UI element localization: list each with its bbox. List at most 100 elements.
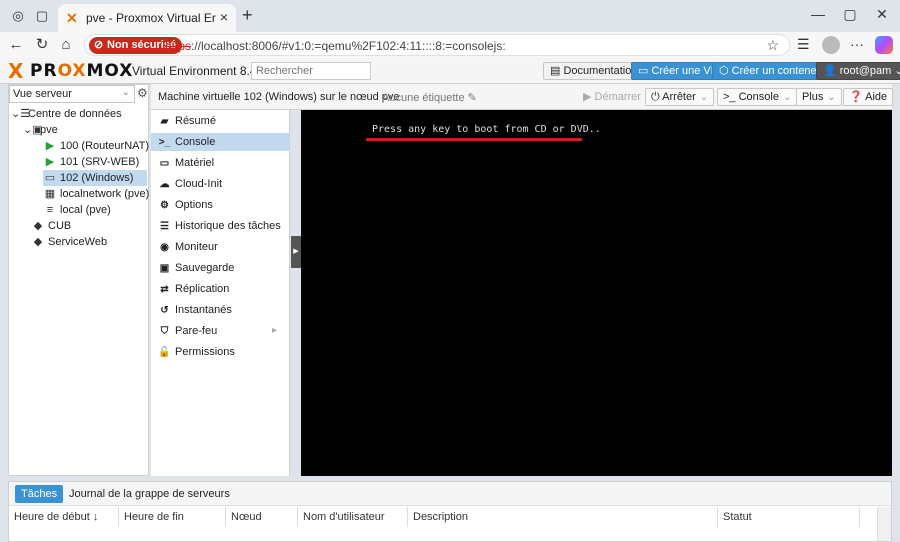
floppy-icon: ▣ bbox=[159, 263, 170, 274]
tags-edit[interactable]: Aucune étiquette ✎ bbox=[382, 91, 477, 104]
storage-icon: ≡ bbox=[46, 204, 54, 216]
cloud-icon: ☁ bbox=[159, 179, 170, 190]
highlight-underline bbox=[366, 138, 582, 141]
browser-avatar[interactable] bbox=[822, 36, 840, 54]
tree-item-datacenter[interactable]: ⌄☰Centre de données bbox=[11, 106, 122, 122]
back-icon[interactable]: ← bbox=[6, 35, 26, 55]
tag-icon: ◆ bbox=[33, 220, 43, 232]
search-input[interactable] bbox=[251, 62, 371, 80]
url-field[interactable]: ⊘ Non sécurisé https://localhost:8006/#v… bbox=[84, 34, 790, 56]
nav-item-snapshots[interactable]: ↺ Instantanés bbox=[151, 301, 289, 319]
task-scrollbar[interactable] bbox=[877, 507, 891, 541]
node-icon: ⌄▣ bbox=[23, 124, 43, 136]
nav-item-task-history[interactable]: ☰ Historique des tâches bbox=[151, 217, 289, 235]
tree-item-vm-102[interactable]: ▭ 102 (Windows) bbox=[43, 170, 147, 186]
browser-tab-title: pve - Proxmox Virtual Environment bbox=[86, 11, 216, 25]
window-close-icon[interactable]: ✕ bbox=[872, 6, 892, 23]
eye-icon: ◉ bbox=[160, 242, 169, 253]
tree-item-vm-101[interactable]: ▶ 101 (SRV-WEB) bbox=[43, 154, 140, 170]
network-grid-icon: ▦ bbox=[44, 188, 56, 200]
list-icon: ☰ bbox=[160, 221, 169, 232]
book-icon: ▰ bbox=[160, 116, 169, 127]
tab-actions-icon[interactable]: ▢ bbox=[34, 8, 50, 24]
nav-item-summary[interactable]: ▰ Résumé bbox=[151, 112, 289, 130]
terminal-icon: >_ bbox=[158, 137, 171, 148]
user-menu-button[interactable]: 👤 root@pam ⌄ bbox=[816, 62, 900, 80]
tree-item-vm-100[interactable]: ▶ 100 (RouteurNAT) bbox=[43, 138, 149, 154]
tree-item-localnetwork[interactable]: ▦ localnetwork (pve) bbox=[43, 186, 149, 202]
monitor-icon: ▭ bbox=[159, 158, 170, 169]
unlock-icon: 🔓 bbox=[158, 347, 171, 358]
column-description[interactable]: Description bbox=[408, 507, 718, 527]
column-username[interactable]: Nom d'utilisateur bbox=[298, 507, 408, 527]
favorites-list-icon[interactable]: ☰ bbox=[797, 36, 810, 53]
proxmox-logo-text: PROXMOX bbox=[30, 61, 134, 81]
server-rack-icon: ⌄☰ bbox=[11, 108, 31, 120]
nav-item-hardware[interactable]: ▭ Matériel bbox=[151, 154, 289, 172]
nav-item-replication[interactable]: ⇄ Réplication bbox=[151, 280, 289, 298]
nav-item-firewall[interactable]: ⛉ Pare-feu ▸ bbox=[151, 322, 289, 340]
collapse-handle[interactable]: ▶ bbox=[291, 236, 301, 268]
warning-icon: ⊘ bbox=[94, 39, 104, 51]
retweet-icon: ⇄ bbox=[160, 284, 169, 295]
vm-running-icon: ▶ bbox=[45, 140, 55, 152]
help-button[interactable]: ❓ Aide bbox=[843, 88, 894, 106]
console-button[interactable]: >_ Console ⌄ bbox=[717, 88, 798, 106]
reload-icon[interactable]: ↻ bbox=[32, 35, 52, 55]
nav-item-monitor[interactable]: ◉ Moniteur bbox=[151, 238, 289, 256]
nav-item-console[interactable]: >_ Console bbox=[151, 133, 289, 151]
history-icon: ↺ bbox=[160, 305, 169, 316]
tab-tasks[interactable]: Tâches bbox=[15, 485, 64, 503]
favorite-star-icon[interactable]: ☆ bbox=[766, 37, 779, 54]
boot-message: Press any key to boot from CD or DVD.. bbox=[372, 124, 601, 135]
new-tab-icon[interactable]: + bbox=[242, 5, 253, 26]
chevron-down-icon: ⌄ bbox=[827, 92, 836, 103]
nav-item-backup[interactable]: ▣ Sauvegarde bbox=[151, 259, 289, 277]
proxmox-favicon-icon: ✕ bbox=[66, 10, 78, 26]
chevron-down-icon: ⌄ bbox=[699, 92, 709, 103]
copilot-icon[interactable] bbox=[875, 36, 893, 54]
shield-icon: ⛉ bbox=[160, 326, 169, 337]
column-start-time[interactable]: Heure de début ↓ bbox=[9, 507, 119, 527]
nav-item-cloud-init[interactable]: ☁ Cloud-Init bbox=[151, 175, 289, 193]
more-options-icon[interactable]: ··· bbox=[850, 36, 864, 52]
column-node[interactable]: Nœud bbox=[226, 507, 298, 527]
chevron-down-icon: ⌄ bbox=[782, 92, 792, 103]
proxmox-header: X PROXMOX Virtual Environment 8.4.1 ▤ Do… bbox=[0, 58, 900, 84]
gear-icon: ⚙ bbox=[160, 200, 169, 211]
vm-console-screen[interactable]: Press any key to boot from CD or DVD.. bbox=[301, 110, 892, 476]
tree-item-node-pve[interactable]: ⌄▣pve bbox=[23, 122, 58, 138]
column-status[interactable]: Statut bbox=[718, 507, 860, 527]
task-tabs: Tâches Journal de la grappe de serveurs bbox=[9, 482, 891, 506]
browser-address-bar: ← ↻ ⌂ ⊘ Non sécurisé https://localhost:8… bbox=[0, 32, 900, 58]
tag-icon: ◆ bbox=[33, 236, 43, 248]
vm-running-icon: ▶ bbox=[45, 156, 55, 168]
minimize-icon[interactable]: — bbox=[808, 6, 828, 22]
tab-cluster-log[interactable]: Journal de la grappe de serveurs bbox=[63, 485, 236, 503]
chevron-right-icon: ▸ bbox=[271, 325, 277, 336]
nav-item-permissions[interactable]: 🔓 Permissions bbox=[151, 343, 289, 361]
tab-close-icon[interactable]: × bbox=[220, 9, 228, 25]
stop-button[interactable]: ⏻ Arrêter ⌄ bbox=[645, 88, 715, 106]
home-icon[interactable]: ⌂ bbox=[56, 35, 76, 55]
start-button[interactable]: ▶ Démarrer bbox=[577, 88, 647, 106]
content-toolbar: Machine virtuelle 102 (Windows) sur le n… bbox=[151, 84, 894, 110]
vm-icon: ▭ bbox=[44, 172, 56, 184]
column-end-time[interactable]: Heure de fin bbox=[119, 507, 226, 527]
maximize-icon[interactable]: ▢ bbox=[840, 6, 860, 23]
nav-item-options[interactable]: ⚙ Options bbox=[151, 196, 289, 214]
tree-item-storage-local[interactable]: ≡ local (pve) bbox=[43, 202, 111, 218]
vm-title: Machine virtuelle 102 (Windows) sur le n… bbox=[158, 91, 400, 103]
chevron-down-icon: ⌄ bbox=[121, 87, 130, 98]
resource-tree-panel: Vue serveur ⌄ ⚙ ⌄☰Centre de données ⌄▣pve… bbox=[8, 84, 149, 476]
tree-settings-gear-icon[interactable]: ⚙ bbox=[137, 86, 148, 100]
browser-profile-icon[interactable]: ◎ bbox=[10, 8, 26, 24]
browser-tab-active[interactable]: ✕ pve - Proxmox Virtual Environment × bbox=[58, 4, 236, 32]
tree-item-pool-serviceweb[interactable]: ◆ ServiceWeb bbox=[31, 234, 107, 250]
tree-item-pool-cub[interactable]: ◆ CUB bbox=[31, 218, 71, 234]
url-text: https://localhost:8006/#v1:0:=qemu%2F102… bbox=[165, 39, 506, 53]
documentation-button[interactable]: ▤ Documentation bbox=[543, 62, 645, 80]
proxmox-logo-icon: X bbox=[8, 59, 24, 83]
view-selector[interactable]: Vue serveur ⌄ bbox=[9, 85, 135, 103]
more-button[interactable]: Plus ⌄ bbox=[796, 88, 842, 106]
